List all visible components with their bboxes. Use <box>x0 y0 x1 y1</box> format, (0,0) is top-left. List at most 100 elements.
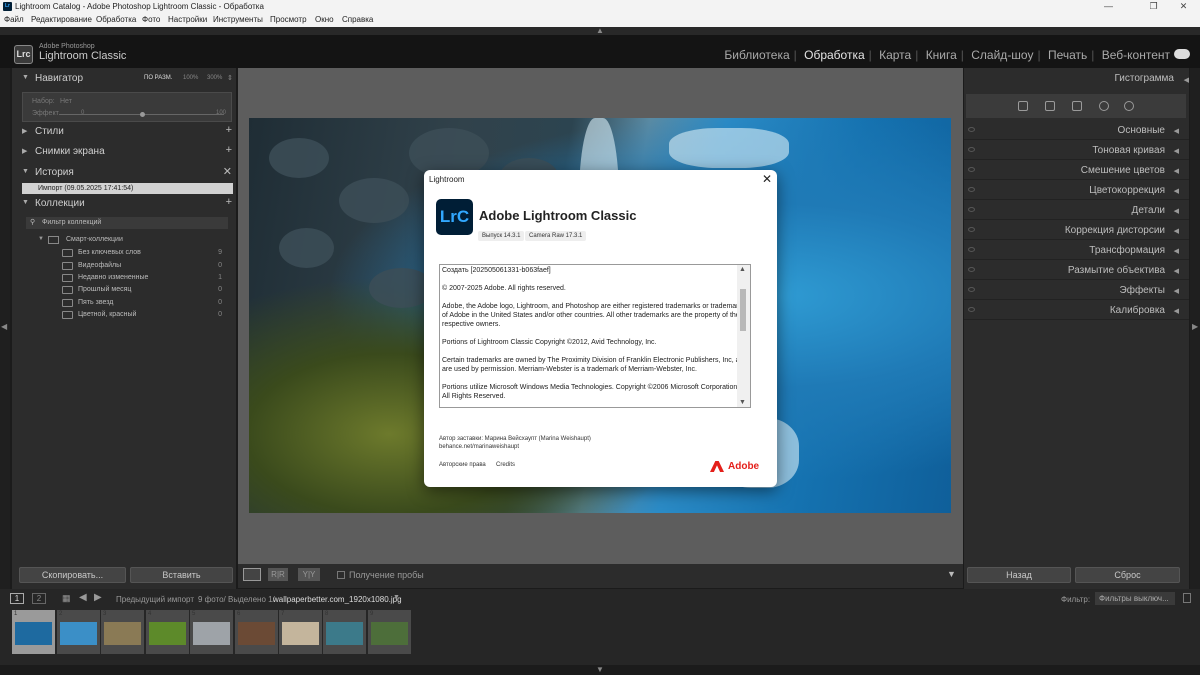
module-develop[interactable]: Обработка <box>804 48 865 62</box>
filmstrip-thumbnail[interactable]: 3 <box>101 610 144 654</box>
panel-effects[interactable]: Эффекты ◀ <box>964 282 1189 300</box>
collection-item[interactable]: Недавно измененные 1 <box>12 272 236 284</box>
menu-window[interactable]: Окно <box>315 15 334 24</box>
menu-file[interactable]: Файл <box>4 15 24 24</box>
before-after-swap-icon[interactable]: Y|Y <box>298 568 320 581</box>
left-panel-toggle[interactable]: ◀ <box>0 68 10 589</box>
history-item[interactable]: Импорт (09.05.2025 17:41:54) <box>22 183 233 194</box>
module-map[interactable]: Карта <box>879 48 911 62</box>
filmstrip-thumbnail[interactable]: 7 <box>279 610 322 654</box>
collection-item[interactable]: Прошлый месяц 0 <box>12 284 236 296</box>
panel-lens-blur[interactable]: Размытие объектива ◀ <box>964 262 1189 280</box>
smart-collections-folder[interactable]: ▼ Смарт-коллекции <box>12 234 236 246</box>
module-book[interactable]: Книга <box>926 48 957 62</box>
collection-item[interactable]: Без ключевых слов 9 <box>12 247 236 259</box>
filter-lock-icon[interactable] <box>1183 593 1191 603</box>
edit-sliders-icon[interactable] <box>1018 101 1028 111</box>
display-1-button[interactable]: 1 <box>10 593 24 604</box>
eye-icon[interactable] <box>968 147 975 152</box>
previous-button[interactable]: Назад <box>967 567 1071 583</box>
paste-settings-button[interactable]: Вставить <box>130 567 233 583</box>
filmstrip-thumbnail[interactable]: 2 <box>57 610 100 654</box>
history-header[interactable]: ▼ История ✕ <box>12 164 236 182</box>
grid-icon[interactable]: ▦ <box>62 593 71 604</box>
eye-icon[interactable] <box>968 267 975 272</box>
filmstrip-source[interactable]: Предыдущий импорт <box>116 595 194 604</box>
loupe-view-icon[interactable] <box>243 568 261 581</box>
soft-proof-checkbox[interactable] <box>337 571 345 579</box>
panel-lens-corrections[interactable]: Коррекция дисторсии ◀ <box>964 222 1189 240</box>
collection-item[interactable]: Пять звезд 0 <box>12 297 236 309</box>
dialog-close-button[interactable]: ✕ <box>762 172 772 186</box>
copyright-link[interactable]: Авторские права <box>439 462 486 468</box>
filmstrip-thumbnail[interactable]: 6 <box>235 610 278 654</box>
panel-color-mixer[interactable]: Смешение цветов ◀ <box>964 162 1189 180</box>
zoom-100[interactable]: 100% <box>183 75 198 81</box>
chevron-down-icon[interactable]: ▼ <box>393 594 400 601</box>
crop-icon[interactable] <box>1045 101 1055 111</box>
scroll-up-icon[interactable]: ▲ <box>739 266 746 273</box>
collection-item[interactable]: Видеофайлы 0 <box>12 260 236 272</box>
menu-photo[interactable]: Фото <box>142 15 160 24</box>
eye-icon[interactable] <box>968 287 975 292</box>
top-panel-toggle[interactable]: ▲ <box>0 26 1200 35</box>
cloud-icon[interactable] <box>1174 49 1190 59</box>
healing-icon[interactable] <box>1072 101 1082 111</box>
before-after-icon[interactable]: R|R <box>268 568 288 581</box>
collection-item[interactable]: Цветной, красный 0 <box>12 309 236 321</box>
module-library[interactable]: Библиотека <box>724 48 789 62</box>
module-web[interactable]: Веб-контент <box>1102 48 1170 62</box>
clear-history-icon[interactable]: ✕ <box>223 165 232 178</box>
presets-header[interactable]: ▶ Стили + <box>12 123 236 141</box>
legal-scrollbar[interactable]: ▲ ▼ <box>737 265 750 407</box>
filmstrip-filename[interactable]: wallpaperbetter.com_1920x1080.jpg <box>273 595 402 604</box>
panel-calibration[interactable]: Калибровка ◀ <box>964 302 1189 320</box>
back-arrow-icon[interactable]: ◀ <box>79 592 87 603</box>
add-collection-icon[interactable]: + <box>226 196 232 208</box>
filmstrip-thumbnail[interactable]: 8 <box>323 610 366 654</box>
panel-transform[interactable]: Трансформация ◀ <box>964 242 1189 260</box>
right-panel-toggle[interactable]: ▶ <box>1190 68 1200 589</box>
forward-arrow-icon[interactable]: ▶ <box>94 592 102 603</box>
menu-tools[interactable]: Инструменты <box>213 15 263 24</box>
credits-link[interactable]: Credits <box>496 462 515 468</box>
histogram-label[interactable]: Гистограмма <box>1114 73 1174 84</box>
menu-view[interactable]: Просмотр <box>270 15 307 24</box>
panel-basic[interactable]: Основные ◀ <box>964 122 1189 140</box>
eye-icon[interactable] <box>968 167 975 172</box>
splash-link[interactable]: behance.net/marinaweishaupt <box>439 444 519 450</box>
filmstrip-thumbnail[interactable]: 4 <box>146 610 189 654</box>
effect-slider-thumb[interactable] <box>140 112 145 117</box>
add-snapshot-icon[interactable]: + <box>226 144 232 156</box>
copy-settings-button[interactable]: Скопировать... <box>19 567 126 583</box>
bottom-panel-toggle[interactable]: ▼ <box>0 665 1200 675</box>
close-window-button[interactable]: ✕ <box>1167 0 1200 13</box>
zoom-menu-icon[interactable]: ⇕ <box>227 74 233 82</box>
eye-icon[interactable] <box>968 307 975 312</box>
collections-header[interactable]: ▼ Коллекции + <box>12 195 236 213</box>
snapshots-header[interactable]: ▶ Снимки экрана + <box>12 143 236 161</box>
toolbar-menu-icon[interactable]: ▼ <box>947 569 956 579</box>
eye-icon[interactable] <box>968 247 975 252</box>
filmstrip-thumbnail[interactable]: 9 <box>368 610 411 654</box>
filter-select[interactable]: Фильтры выключ... <box>1095 592 1175 605</box>
reset-button[interactable]: Сброс <box>1075 567 1180 583</box>
panel-tone-curve[interactable]: Тоновая кривая ◀ <box>964 142 1189 160</box>
menu-settings[interactable]: Настройки <box>168 15 207 24</box>
eye-icon[interactable] <box>968 127 975 132</box>
scroll-down-icon[interactable]: ▼ <box>739 399 746 406</box>
eye-icon[interactable] <box>968 207 975 212</box>
navigator-header[interactable]: ▼ Навигатор ПО РАЗМ. 100% 300% ⇕ <box>12 70 236 88</box>
eye-icon[interactable] <box>968 227 975 232</box>
eye-icon[interactable] <box>968 187 975 192</box>
module-slideshow[interactable]: Слайд-шоу <box>971 48 1033 62</box>
add-preset-icon[interactable]: + <box>226 124 232 136</box>
panel-color-grading[interactable]: Цветокоррекция ◀ <box>964 182 1189 200</box>
filmstrip-thumbnail[interactable]: 5 <box>190 610 233 654</box>
zoom-fit[interactable]: ПО РАЗМ. <box>144 75 172 81</box>
menu-edit[interactable]: Редактирование <box>31 15 92 24</box>
masking-icon[interactable] <box>1124 101 1134 111</box>
filmstrip-thumbnail[interactable]: 1 <box>12 610 55 654</box>
zoom-300[interactable]: 300% <box>207 75 222 81</box>
menu-develop[interactable]: Обработка <box>96 15 136 24</box>
